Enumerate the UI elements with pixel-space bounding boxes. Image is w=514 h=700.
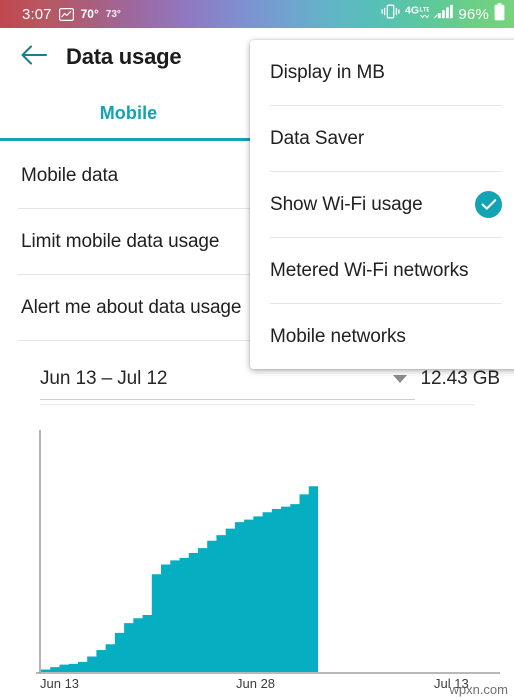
status-time: 3:07 [22,5,52,23]
tab-selected-indicator [0,138,257,141]
weather-graph-icon [58,7,74,21]
back-arrow-icon [20,43,48,72]
chart-xtick-0: Jun 13 [40,676,80,691]
usage-total: 12.43 GB [420,368,501,389]
svg-text:4G: 4G [405,4,419,16]
menu-item-metered-wifi-networks[interactable]: Metered Wi-Fi networks [250,238,514,303]
status-bar-left: 3:07 70° 73° [22,6,381,23]
menu-item-data-saver[interactable]: Data Saver [250,106,514,171]
watermark: wpxn.com [449,682,508,697]
menu-item-show-wifi-usage[interactable]: Show Wi-Fi usage [250,172,514,237]
status-bar: 3:07 70° 73° 4G LTE 96% [0,0,514,28]
status-bar-right: 4G LTE 96% [381,2,505,26]
tab-mobile-label: Mobile [99,102,158,123]
menu-item-label: Data Saver [270,127,365,149]
menu-item-label: Display in MB [270,61,385,83]
tab-mobile[interactable]: Mobile [0,86,257,140]
setting-label: Mobile data [21,164,119,186]
billing-cycle-range: Jun 13 – Jul 12 [40,367,168,389]
page-title: Data usage [66,44,182,69]
battery-full-icon [494,2,505,26]
chart-svg [36,430,500,674]
cycle-row-divider [40,404,474,405]
back-button[interactable] [14,37,54,77]
vibrate-icon [381,4,400,24]
menu-item-label: Mobile networks [270,325,406,347]
menu-item-label: Show Wi-Fi usage [270,193,423,215]
chart-xtick-1: Jun 28 [236,676,276,691]
menu-item-mobile-networks[interactable]: Mobile networks [250,304,514,369]
menu-item-display-in-mb[interactable]: Display in MB [250,40,514,105]
network-type-icon: 4G LTE [405,4,431,25]
setting-label: Alert me about data usage [21,296,242,318]
svg-text:LTE: LTE [420,7,430,13]
status-temp-secondary: 73° [105,8,121,20]
setting-label: Limit mobile data usage [21,230,220,252]
overflow-menu: Display in MB Data Saver Show Wi-Fi usag… [250,40,514,369]
signal-bars-icon [434,4,454,24]
chart-area-series [41,469,318,672]
status-temp-primary: 70° [80,7,99,21]
menu-item-label: Metered Wi-Fi networks [270,259,469,281]
battery-percent: 96% [458,5,489,23]
check-circle-icon [475,191,502,218]
chevron-down-icon [392,374,407,383]
data-usage-chart: Jun 13 Jun 28 Jul 13 [0,420,514,700]
